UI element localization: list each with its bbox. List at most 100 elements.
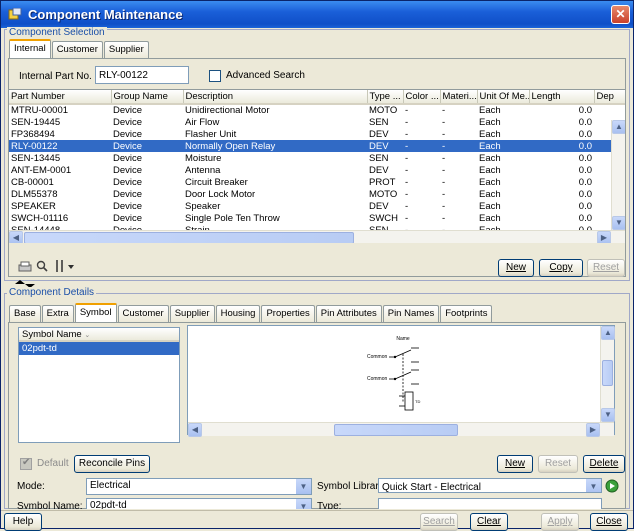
table-cell: Normally Open Relay: [183, 140, 367, 152]
tab-extra[interactable]: Extra: [41, 305, 74, 322]
scroll-right-icon[interactable]: ▶: [597, 231, 611, 243]
print-icon[interactable]: [18, 261, 32, 273]
component-selection-legend: Component Selection: [7, 27, 107, 38]
preview-hscroll-thumb[interactable]: [334, 424, 458, 436]
selection-panel: Internal Part No. Advanced Search Part N…: [8, 58, 626, 277]
scroll-down-icon[interactable]: ▼: [612, 216, 625, 230]
table-cell: Each: [479, 164, 501, 176]
search-icon[interactable]: [36, 260, 48, 272]
tab-pin-attributes[interactable]: Pin Attributes: [315, 305, 382, 322]
scroll-left-icon[interactable]: ◀: [9, 231, 23, 243]
column-header[interactable]: Description: [183, 90, 368, 105]
table-row[interactable]: DLM55378 Device Door Lock Motor MOTO - - Each 0…: [9, 188, 625, 200]
table-cell: 0.0: [578, 116, 592, 128]
scroll-up-icon[interactable]: ▲: [612, 120, 625, 134]
table-row[interactable]: RLY-00122 Device Normally Open Relay DEV - - E…: [9, 140, 625, 152]
column-header[interactable]: Group Name: [111, 90, 184, 105]
table-cell: DEV: [367, 140, 403, 152]
reset-symbol-button[interactable]: Reset: [538, 455, 578, 473]
preview-scroll-up-icon[interactable]: ▲: [601, 326, 615, 340]
advanced-search-checkbox[interactable]: [209, 70, 221, 82]
column-header[interactable]: Type ...: [367, 90, 404, 105]
table-row[interactable]: SWCH-01116 Device Single Pole Ten Throw SWC…: [9, 212, 625, 224]
table-row[interactable]: CB-00001 Device Circuit Breaker PROT - - Each 0…: [9, 176, 625, 188]
table-cell: Device: [113, 164, 143, 176]
table-row[interactable]: SEN-19445 Device Air Flow SEN - - Each 0.0: [9, 116, 625, 128]
table-cell: -: [403, 140, 440, 152]
table-cell: 0.0: [578, 176, 592, 188]
symbol-library-select[interactable]: Quick Start - Electrical ▼: [378, 478, 602, 493]
table-row[interactable]: SEN-13445 Device Moisture SEN - - Each 0.0: [9, 152, 625, 164]
column-header[interactable]: Unit Of Me...: [477, 90, 530, 105]
tab-supplier-label: Supplier: [108, 44, 144, 55]
tab-supplier[interactable]: Supplier: [103, 41, 149, 58]
close-button[interactable]: Close: [590, 513, 628, 531]
tab-pin-names[interactable]: Pin Names: [382, 305, 440, 322]
tab-customer[interactable]: Customer: [117, 305, 169, 322]
close-label: Close: [596, 516, 622, 527]
type-field[interactable]: [378, 498, 602, 509]
table-cell: -: [442, 188, 446, 200]
reconcile-pins-button[interactable]: Reconcile Pins: [74, 455, 150, 473]
tab-housing[interactable]: Housing: [215, 305, 261, 322]
symbol-name-header[interactable]: Symbol Name ⌄: [19, 328, 179, 342]
tab-internal[interactable]: Internal: [9, 39, 51, 58]
reset-part-button[interactable]: Reset: [587, 259, 625, 277]
help-button[interactable]: Help: [4, 513, 42, 531]
table-row[interactable]: SPEAKER Device Speaker DEV - - Each 0.0: [9, 200, 625, 212]
new-symbol-label: New: [504, 458, 525, 469]
delete-symbol-button[interactable]: Delete: [583, 455, 625, 473]
apply-button[interactable]: Apply: [541, 513, 579, 531]
column-header[interactable]: Dep: [594, 90, 625, 105]
tab-supplier[interactable]: Supplier: [169, 305, 215, 322]
mode-select[interactable]: Electrical ▼: [86, 478, 312, 495]
part-no-input[interactable]: [95, 66, 189, 84]
preview-hscrollbar[interactable]: ◀ ▶: [188, 422, 614, 437]
symbol-list-item[interactable]: 02pdt-td: [19, 342, 179, 355]
search-button[interactable]: Search: [420, 513, 458, 531]
table-cell: -: [442, 105, 446, 116]
column-header[interactable]: Length: [529, 90, 595, 105]
table-row[interactable]: ANT-EM-0001 Device Antenna DEV - - Each 0.0: [9, 164, 625, 176]
table-cell: MOTO: [369, 105, 398, 116]
symbol-preview: Name Common Common TD ▲ ▼ ◀ ▶: [187, 325, 615, 437]
preview-vscrollbar[interactable]: ▲ ▼: [600, 326, 615, 422]
table-cell: -: [405, 212, 409, 224]
hscroll-thumb[interactable]: [24, 232, 354, 243]
help-label: Help: [12, 516, 34, 527]
close-window-button[interactable]: ✕: [611, 5, 630, 24]
preview-scroll-down-icon[interactable]: ▼: [601, 408, 615, 422]
table-cell: -: [405, 152, 409, 164]
tab-internal-label: Internal: [14, 43, 46, 54]
column-header[interactable]: Color ...: [403, 90, 441, 105]
tab-base[interactable]: Base: [9, 305, 41, 322]
parts-table-hscrollbar[interactable]: ◀ ▶: [9, 230, 625, 243]
symbol-name-value: 02pdt-td: [90, 500, 127, 509]
close-icon: ✕: [615, 7, 626, 21]
symbol-name-select[interactable]: 02pdt-td ▼: [86, 498, 312, 509]
table-row[interactable]: MTRU-00001 Device Unidirectional Motor MOTO…: [9, 104, 625, 116]
sort-icon[interactable]: [53, 259, 75, 273]
new-part-button[interactable]: New: [498, 259, 534, 277]
preview-vscroll-thumb[interactable]: [602, 360, 613, 386]
tab-label: Housing: [220, 308, 256, 319]
column-header[interactable]: Materi...: [440, 90, 478, 105]
go-icon[interactable]: [605, 479, 619, 493]
column-header[interactable]: Part Number: [9, 90, 112, 105]
tab-customer[interactable]: Customer: [51, 41, 103, 58]
tab-footprints[interactable]: Footprints: [440, 305, 493, 322]
table-row[interactable]: FP368494 Device Flasher Unit DEV - - Each 0.0: [9, 128, 625, 140]
table-cell: 0.0: [578, 212, 592, 224]
clear-button[interactable]: Clear: [470, 513, 508, 531]
parts-table: Part Number Group Name Description Type ...…: [9, 90, 625, 243]
table-cell: Each: [479, 200, 501, 212]
new-symbol-button[interactable]: New: [497, 455, 533, 473]
tab-symbol[interactable]: Symbol: [74, 303, 117, 322]
parts-table-vscrollbar[interactable]: ▲ ▼: [611, 120, 625, 230]
table-cell: Device: [111, 140, 183, 152]
tab-properties[interactable]: Properties: [261, 305, 315, 322]
copy-part-button[interactable]: Copy: [539, 259, 583, 277]
default-checkbox[interactable]: ✔: [20, 457, 32, 470]
preview-scroll-left-icon[interactable]: ◀: [188, 423, 202, 437]
preview-scroll-right-icon[interactable]: ▶: [586, 423, 600, 437]
